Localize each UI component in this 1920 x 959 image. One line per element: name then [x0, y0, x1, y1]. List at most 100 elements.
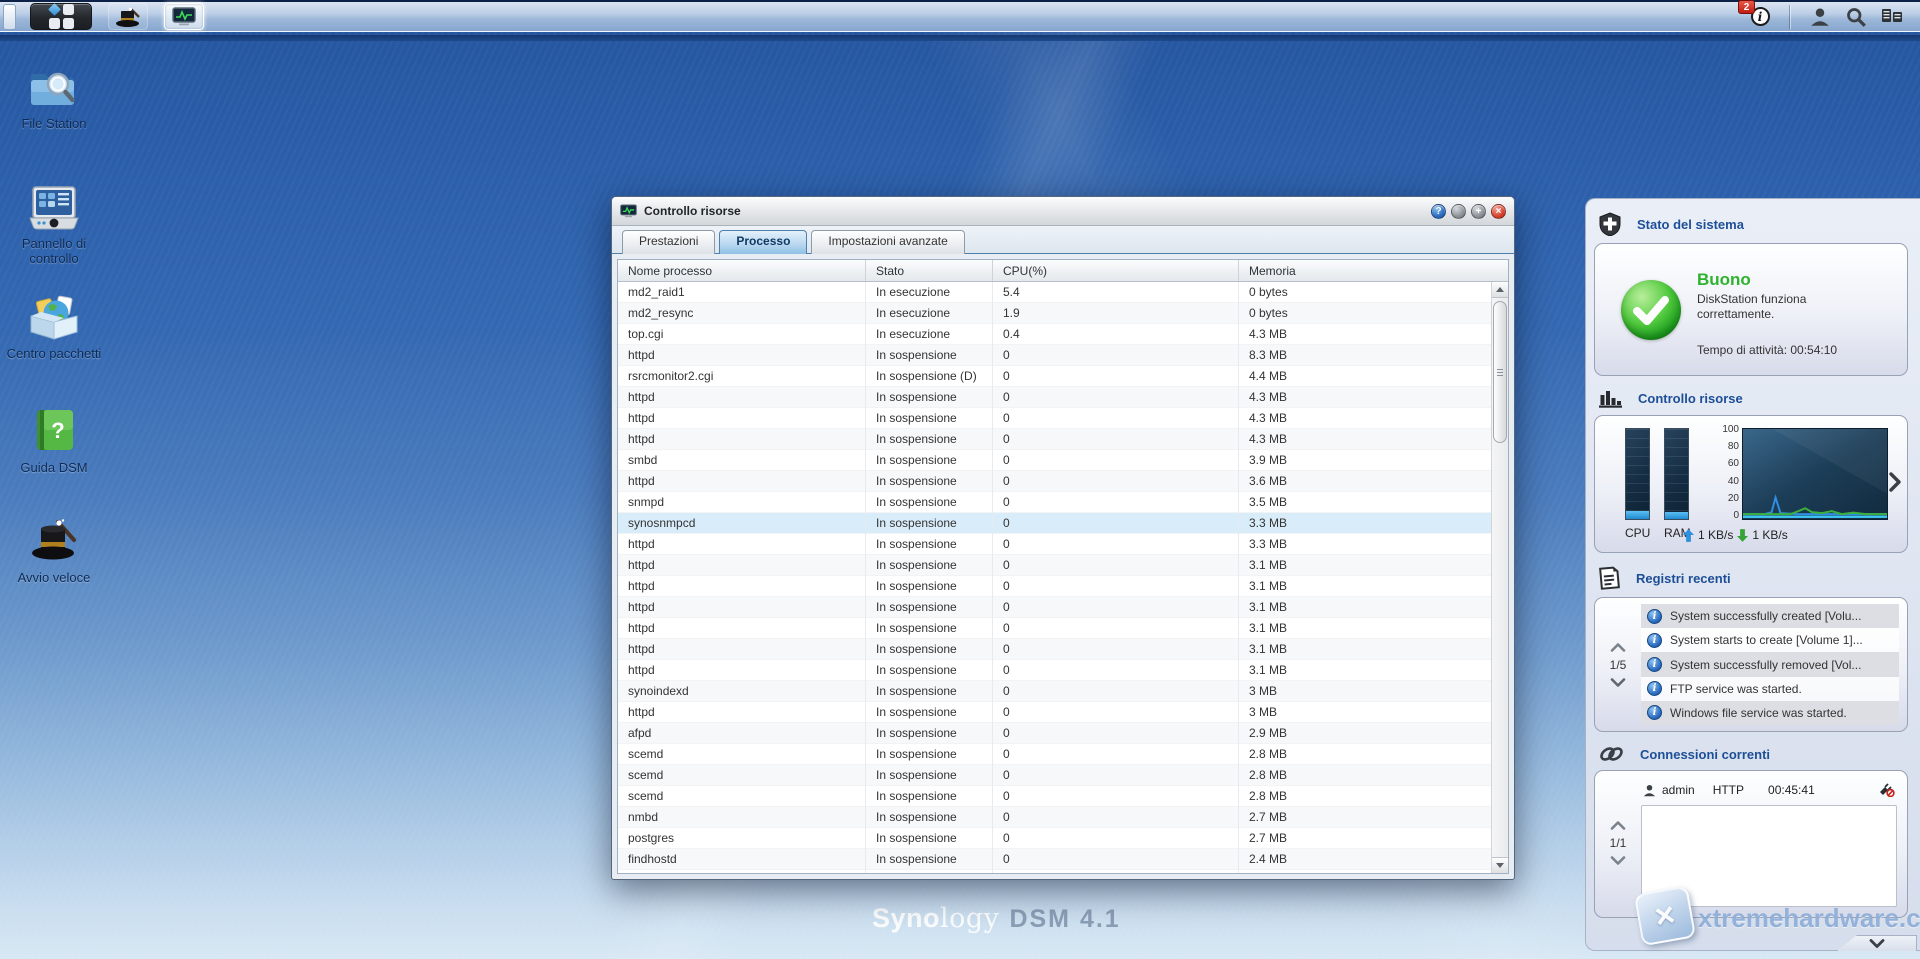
- search-button[interactable]: [1838, 3, 1874, 31]
- process-memory: 4.3 MB: [1239, 324, 1491, 344]
- process-state: In sospensione: [866, 828, 993, 848]
- desktop-icon-package-center[interactable]: Centro pacchetti: [6, 288, 102, 361]
- main-menu-icon: [48, 3, 61, 16]
- logs-page-up[interactable]: [1610, 643, 1626, 652]
- process-row[interactable]: scemd In sospensione 0 2.8 MB: [618, 765, 1491, 786]
- scrollbar-up-button[interactable]: [1492, 282, 1508, 298]
- logs-page-down[interactable]: [1610, 678, 1626, 687]
- tab-processo[interactable]: Processo: [719, 230, 807, 254]
- process-row[interactable]: httpd In sospensione 0 3.1 MB: [618, 597, 1491, 618]
- resource-widget-card: CPU RAM 100806040200: [1594, 415, 1908, 553]
- process-row[interactable]: top.cgi In esecuzione 0.4 4.3 MB: [618, 324, 1491, 345]
- column-header-memory[interactable]: Memoria: [1239, 260, 1508, 281]
- tab-prestazioni[interactable]: Prestazioni: [622, 230, 715, 254]
- process-row[interactable]: httpd In sospensione 0 3 MB: [618, 702, 1491, 723]
- axis-tick-label: 60: [1711, 459, 1739, 469]
- process-name: httpd: [618, 387, 866, 407]
- process-row[interactable]: httpd In sospensione 0 3.3 MB: [618, 534, 1491, 555]
- process-row[interactable]: httpd In sospensione 0 3.1 MB: [618, 660, 1491, 681]
- connections-page-up[interactable]: [1610, 821, 1626, 830]
- process-state: In sospensione: [866, 534, 993, 554]
- process-state: In sospensione: [866, 849, 993, 869]
- process-memory: 2.8 MB: [1239, 765, 1491, 785]
- main-menu-button[interactable]: [30, 3, 92, 30]
- process-state: In sospensione: [866, 660, 993, 680]
- desktop-icon-file-station[interactable]: File Station: [6, 58, 102, 131]
- log-entry[interactable]: i System successfully created [Volu...: [1641, 604, 1899, 628]
- system-status-header: Stato del sistema: [1586, 199, 1920, 243]
- process-row[interactable]: md2_raid1 In esecuzione 5.4 0 bytes: [618, 282, 1491, 303]
- taskbar-tray: i 2: [1747, 2, 1920, 31]
- process-row[interactable]: synoindexd In sospensione 0 3 MB: [618, 681, 1491, 702]
- user-menu-button[interactable]: [1802, 3, 1838, 31]
- process-name: afpd: [618, 723, 866, 743]
- desktop-icon-quick-start[interactable]: Avvio veloce: [6, 512, 102, 585]
- process-name: httpd: [618, 408, 866, 428]
- file-station-icon: [6, 58, 102, 110]
- process-row[interactable]: httpd In sospensione 0 4.3 MB: [618, 429, 1491, 450]
- desktop-icon-dsm-help[interactable]: ? Guida DSM: [6, 402, 102, 475]
- scrollbar-down-button[interactable]: [1492, 857, 1508, 873]
- column-header-cpu[interactable]: CPU(%): [993, 260, 1239, 281]
- process-row[interactable]: findhostd In sospensione 0 2.4 MB: [618, 849, 1491, 870]
- process-name: nmbd: [618, 807, 866, 827]
- process-row[interactable]: scemd In sospensione 0 2.8 MB: [618, 744, 1491, 765]
- column-header-state[interactable]: Stato: [866, 260, 993, 281]
- log-entry[interactable]: i System starts to create [Volume 1]...: [1641, 628, 1899, 652]
- process-row[interactable]: httpd In sospensione 0 4.3 MB: [618, 387, 1491, 408]
- connections-page-down[interactable]: [1610, 856, 1626, 865]
- log-entry[interactable]: i FTP service was started.: [1641, 677, 1899, 701]
- process-cpu: 0: [993, 702, 1239, 722]
- process-name: synoindexd: [618, 681, 866, 701]
- table-scrollbar[interactable]: [1491, 282, 1508, 873]
- process-row[interactable]: httpd In sospensione 0 3.1 MB: [618, 555, 1491, 576]
- quick-start-taskbar-button[interactable]: [108, 3, 148, 30]
- disconnect-button[interactable]: [1878, 783, 1895, 797]
- connection-row[interactable]: admin HTTP 00:45:41: [1641, 779, 1897, 801]
- scrollbar-thumb[interactable]: [1493, 301, 1507, 443]
- process-row[interactable]: nmbd In sospensione 0 2.7 MB: [618, 807, 1491, 828]
- process-row[interactable]: afpd In sospensione 0 2.9 MB: [618, 723, 1491, 744]
- open-resource-monitor-chevron[interactable]: [1889, 472, 1901, 497]
- process-name: top.cgi: [618, 324, 866, 344]
- process-memory: 3.1 MB: [1239, 618, 1491, 638]
- process-row[interactable]: httpd In sospensione 0 3.1 MB: [618, 618, 1491, 639]
- process-row[interactable]: rsrcmonitor2.cgi In sospensione (D) 0 4.…: [618, 366, 1491, 387]
- process-row[interactable]: httpd In sospensione 0 4.3 MB: [618, 408, 1491, 429]
- window-maximize-button[interactable]: +: [1471, 204, 1486, 219]
- window-minimize-button[interactable]: [1451, 204, 1466, 219]
- process-memory: 4.3 MB: [1239, 408, 1491, 428]
- window-titlebar[interactable]: Controllo risorse ? + ×: [612, 197, 1514, 226]
- process-row[interactable]: scemd In sospensione 0 2.8 MB: [618, 786, 1491, 807]
- resource-monitor-taskbar-button[interactable]: [164, 3, 204, 30]
- svg-text:?: ?: [51, 418, 64, 443]
- window-help-button[interactable]: ?: [1431, 204, 1446, 219]
- process-row[interactable]: snmpd In sospensione 0 3.5 MB: [618, 492, 1491, 513]
- desktop-icon-control-panel[interactable]: Pannello di controllo: [6, 178, 102, 266]
- sidebar-collapse-tab[interactable]: [1837, 935, 1917, 951]
- notifications-button[interactable]: i 2: [1747, 4, 1773, 30]
- process-row[interactable]: smbd In sospensione 0 3.9 MB: [618, 450, 1491, 471]
- column-header-name[interactable]: Nome processo: [618, 260, 866, 281]
- pilot-view-button[interactable]: [1874, 3, 1910, 31]
- process-state: In sospensione: [866, 723, 993, 743]
- connections-header: Connessioni correnti: [1586, 732, 1920, 770]
- log-entry[interactable]: i System successfully removed [Vol...: [1641, 652, 1899, 676]
- process-state: In sospensione: [866, 681, 993, 701]
- process-row[interactable]: synosnmpcd In sospensione 0 3.3 MB: [618, 513, 1491, 534]
- axis-tick-label: 40: [1711, 477, 1739, 487]
- process-row[interactable]: postgres In sospensione 0 2.7 MB: [618, 828, 1491, 849]
- process-cpu: 1.9: [993, 303, 1239, 323]
- process-row[interactable]: httpd In sospensione 0 3.6 MB: [618, 471, 1491, 492]
- window-close-button[interactable]: ×: [1491, 204, 1506, 219]
- process-name: scemd: [618, 765, 866, 785]
- show-desktop-button[interactable]: [3, 4, 16, 30]
- process-name: httpd: [618, 597, 866, 617]
- log-entry[interactable]: i Windows file service was started.: [1641, 701, 1899, 725]
- process-memory: 2.4 MB: [1239, 849, 1491, 869]
- process-row[interactable]: md2_resync In esecuzione 1.9 0 bytes: [618, 303, 1491, 324]
- process-row[interactable]: httpd In sospensione 0 8.3 MB: [618, 345, 1491, 366]
- tab-impostazioni-avanzate[interactable]: Impostazioni avanzate: [811, 230, 964, 254]
- process-row[interactable]: httpd In sospensione 0 3.1 MB: [618, 576, 1491, 597]
- process-row[interactable]: httpd In sospensione 0 3.1 MB: [618, 639, 1491, 660]
